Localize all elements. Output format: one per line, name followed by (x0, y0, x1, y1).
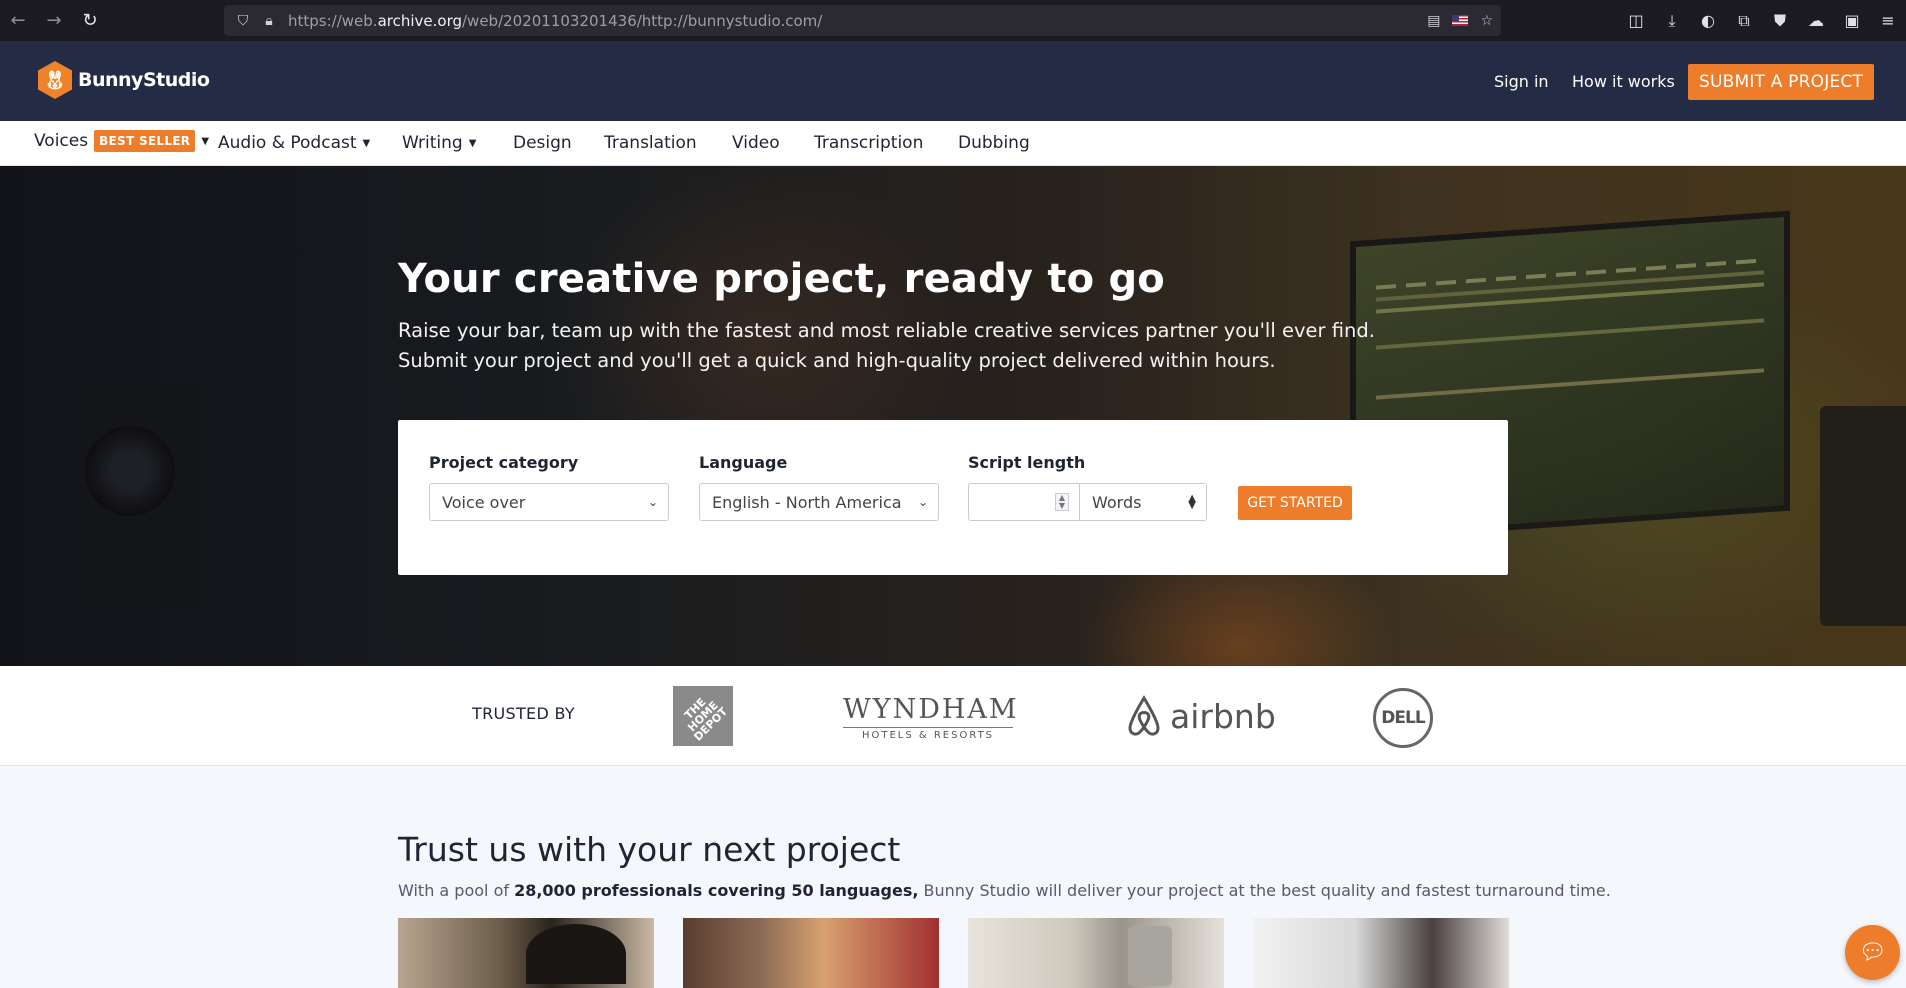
bunny-logo-icon: 🐰︎ (38, 61, 72, 99)
hero-subtitle-line: Submit your project and you'll get a qui… (398, 349, 1276, 372)
number-spinner-icon[interactable]: ▲ ▼ (1055, 493, 1069, 511)
section-title: Trust us with your next project (398, 830, 901, 869)
dell-logo: DELL (1373, 688, 1433, 748)
nav-item-dubbing[interactable]: Dubbing (958, 133, 1030, 153)
trusted-by-label: TRUSTED BY (472, 704, 575, 723)
category-nav: Voices BEST SELLER ▼ Audio & Podcast ▼ W… (0, 121, 1906, 166)
trusted-by-strip: TRUSTED BY THE HOME DEPOT WYNDHAM HOTELS… (0, 666, 1906, 766)
caret-down-icon: ▼ (468, 137, 477, 149)
text-part: With a pool of (398, 881, 515, 900)
airbnb-icon (1128, 695, 1160, 736)
hero-subtitle-line: Raise your bar, team up with the fastest… (398, 319, 1375, 342)
service-card-image[interactable] (1253, 918, 1509, 988)
extension-circle-icon[interactable]: ◐ (1690, 11, 1726, 30)
url-text[interactable]: https://web.archive.org/web/202011032014… (288, 12, 822, 30)
site-header: 🐰︎ BunnyStudio Sign in How it works SUBM… (0, 41, 1906, 121)
nav-item-transcription[interactable]: Transcription (814, 133, 923, 153)
language-select[interactable]: English - North America ⌄ (699, 483, 939, 521)
cloud-icon[interactable]: ☁ (1798, 11, 1834, 30)
hero-banner: Your creative project, ready to go Raise… (0, 166, 1906, 666)
browser-toolbar: ← → ↻ ⛉ 🔒︎ https://web.archive.org/web/2… (0, 0, 1906, 41)
logo[interactable]: 🐰︎ BunnyStudio (38, 61, 210, 99)
wyndham-subtext: HOTELS & RESORTS (843, 727, 1013, 741)
wyndham-text: WYNDHAM (843, 694, 1019, 725)
forward-icon[interactable]: → (36, 0, 72, 41)
mug-shape (1128, 926, 1172, 986)
best-seller-badge: BEST SELLER (94, 130, 196, 152)
us-flag-icon[interactable] (1452, 15, 1469, 26)
studio-speaker-image (1820, 406, 1906, 626)
submit-project-button[interactable]: SUBMIT A PROJECT (1688, 64, 1874, 100)
nav-item-video[interactable]: Video (732, 133, 780, 153)
hat-shape (526, 924, 626, 984)
category-label: Project category (429, 453, 579, 472)
airbnb-text: airbnb (1170, 696, 1276, 736)
sign-in-link[interactable]: Sign in (1494, 72, 1549, 91)
reader-view-icon[interactable]: ▤ (1427, 13, 1440, 29)
unit-value: Words (1092, 492, 1142, 512)
script-length-label: Script length (968, 453, 1086, 472)
back-icon[interactable]: ← (0, 0, 36, 41)
project-form: Project category Voice over ⌄ Language E… (398, 420, 1508, 575)
menu-icon[interactable]: ≡ (1870, 11, 1906, 30)
service-card-image[interactable] (683, 918, 939, 988)
home-depot-text: THE HOME DEPOT (682, 695, 731, 744)
dell-text: DELL (1381, 708, 1425, 728)
reload-icon[interactable]: ↻ (72, 0, 108, 41)
category-value: Voice over (442, 492, 526, 512)
shield-icon[interactable]: ⛉ (230, 13, 256, 29)
bookmark-star-icon[interactable]: ☆ (1480, 13, 1493, 29)
nav-label: Video (732, 133, 780, 153)
caret-down-icon: ▼ (362, 137, 371, 149)
home-depot-logo: THE HOME DEPOT (673, 686, 733, 746)
service-card-image[interactable] (398, 918, 654, 988)
category-select[interactable]: Voice over ⌄ (429, 483, 669, 521)
nav-label: Design (513, 133, 572, 153)
hero-content: Your creative project, ready to go Raise… (398, 256, 1375, 376)
updown-icon: ▲ ▼ (1188, 493, 1196, 511)
text-part: Bunny Studio will deliver your project a… (918, 881, 1611, 900)
nav-label: Transcription (814, 133, 924, 153)
script-length-input[interactable]: ▲ ▼ (968, 483, 1080, 521)
nav-label: Translation (604, 133, 697, 153)
airbnb-logo: airbnb (1124, 694, 1276, 738)
length-unit-select[interactable]: Words ▲ ▼ (1079, 483, 1207, 521)
chevron-down-icon: ⌄ (917, 495, 928, 509)
chat-icon[interactable]: 💬︎ (1845, 925, 1900, 980)
download-icon[interactable]: ⤓ (1654, 11, 1690, 31)
address-bar[interactable]: ⛉ 🔒︎ https://web.archive.org/web/2020110… (224, 5, 1501, 36)
language-value: English - North America (712, 492, 902, 512)
nav-item-voices[interactable]: Voices BEST SELLER ▼ (34, 130, 209, 152)
logo-text: BunnyStudio (78, 69, 210, 91)
chevron-down-icon: ⌄ (647, 495, 658, 509)
language-label: Language (699, 453, 788, 472)
get-started-button[interactable]: GET STARTED (1238, 486, 1352, 520)
hero-title: Your creative project, ready to go (398, 256, 1165, 302)
nav-label: Audio & Podcast (218, 133, 357, 153)
extensions-icon[interactable]: ⧉ (1726, 11, 1762, 31)
studio-speaker-image (60, 386, 200, 606)
nav-item-writing[interactable]: Writing ▼ (402, 133, 476, 153)
text-bold: 28,000 professionals covering 50 languag… (514, 881, 919, 900)
section-description: With a pool of 28,000 professionals cove… (398, 881, 1611, 900)
nav-item-translation[interactable]: Translation (604, 133, 697, 153)
lock-icon[interactable]: 🔒︎ (256, 13, 282, 29)
ublock-icon[interactable]: ⛊ (1762, 11, 1798, 31)
nav-label: Voices (34, 131, 89, 151)
nav-label: Writing (402, 133, 463, 153)
bitwarden-icon[interactable]: ▣ (1834, 11, 1870, 30)
service-card-image[interactable] (968, 918, 1224, 988)
caret-down-icon: ▼ (201, 135, 210, 147)
nav-label: Dubbing (958, 133, 1030, 153)
hero-subtitle: Raise your bar, team up with the fastest… (398, 316, 1375, 376)
nav-item-audio-podcast[interactable]: Audio & Podcast ▼ (218, 133, 370, 153)
pocket-icon[interactable]: ◫ (1618, 11, 1654, 30)
wyndham-logo: WYNDHAM HOTELS & RESORTS (843, 694, 1019, 741)
how-it-works-link[interactable]: How it works (1572, 72, 1675, 91)
nav-item-design[interactable]: Design (513, 133, 572, 153)
